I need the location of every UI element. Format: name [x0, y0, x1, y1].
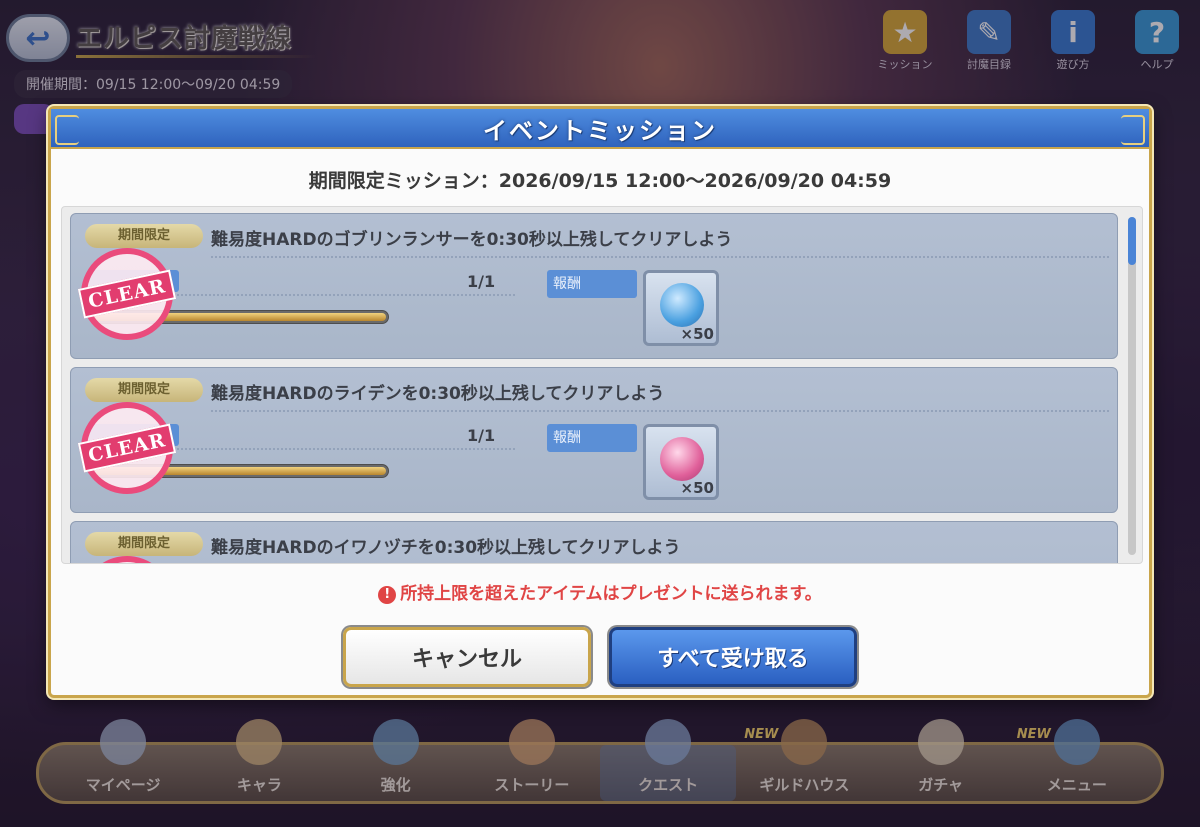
mission-title: 難易度HARDのゴブリンランサーを0:30秒以上残してクリアしよう [211, 230, 733, 250]
limited-tag: 期間限定 [85, 532, 203, 556]
reward-quantity: ×50 [680, 325, 714, 343]
reward-item[interactable]: ×50 [643, 424, 719, 500]
receive-all-button[interactable]: すべて受け取る [609, 627, 857, 687]
memory-piece-icon [660, 437, 704, 481]
mission-item: 期間限定 難易度HARDのゴブリンランサーを0:30秒以上残してクリアしよう 1… [70, 213, 1118, 359]
limited-tag: 期間限定 [85, 224, 203, 248]
mission-title: 難易度HARDのライデンを0:30秒以上残してクリアしよう [211, 384, 665, 404]
warning-icon: ! [378, 586, 397, 604]
mission-title: 難易度HARDのイワノヅチを0:30秒以上残してクリアしよう [211, 538, 681, 558]
clear-stamp: CLEAR [72, 393, 182, 503]
warning-text: 所持上限を超えたアイテムはプレゼントに送られます。 [400, 584, 822, 604]
mission-item: 期間限定 難易度HARDのライデンを0:30秒以上残してクリアしよう 1/1 C… [70, 367, 1118, 513]
mission-item: 期間限定 難易度HARDのイワノヅチを0:30秒以上残してクリアしよう [70, 521, 1118, 563]
memory-piece-icon [660, 283, 704, 327]
clear-stamp-text: CLEAR [77, 423, 177, 473]
cancel-button[interactable]: キャンセル [343, 627, 591, 687]
mission-list[interactable]: 期間限定 難易度HARDのゴブリンランサーを0:30秒以上残してクリアしよう 1… [61, 206, 1143, 564]
reward-label: 報酬 [547, 270, 637, 298]
limited-tag: 期間限定 [85, 378, 203, 402]
reward-item[interactable]: ×50 [643, 270, 719, 346]
progress-count: 1/1 [467, 426, 496, 445]
dialog-header: イベントミッション [51, 109, 1149, 149]
divider [211, 410, 1109, 412]
divider [211, 256, 1109, 258]
clear-stamp-text: CLEAR [77, 269, 177, 319]
progress-count: 1/1 [467, 272, 496, 291]
mission-period: 期間限定ミッション：2026/09/15 12:00〜2026/09/20 04… [308, 170, 892, 192]
scrollbar[interactable] [1128, 217, 1136, 555]
clear-stamp: CLEAR [72, 239, 182, 349]
scrollbar-thumb[interactable] [1128, 217, 1136, 265]
dialog-title: イベントミッション [483, 116, 717, 145]
event-mission-dialog: イベントミッション 期間限定ミッション：2026/09/15 12:00〜202… [48, 106, 1152, 698]
reward-quantity: ×50 [680, 479, 714, 497]
reward-label: 報酬 [547, 424, 637, 452]
overflow-warning: ! 所持上限を超えたアイテムはプレゼントに送られます。 [51, 579, 1149, 604]
